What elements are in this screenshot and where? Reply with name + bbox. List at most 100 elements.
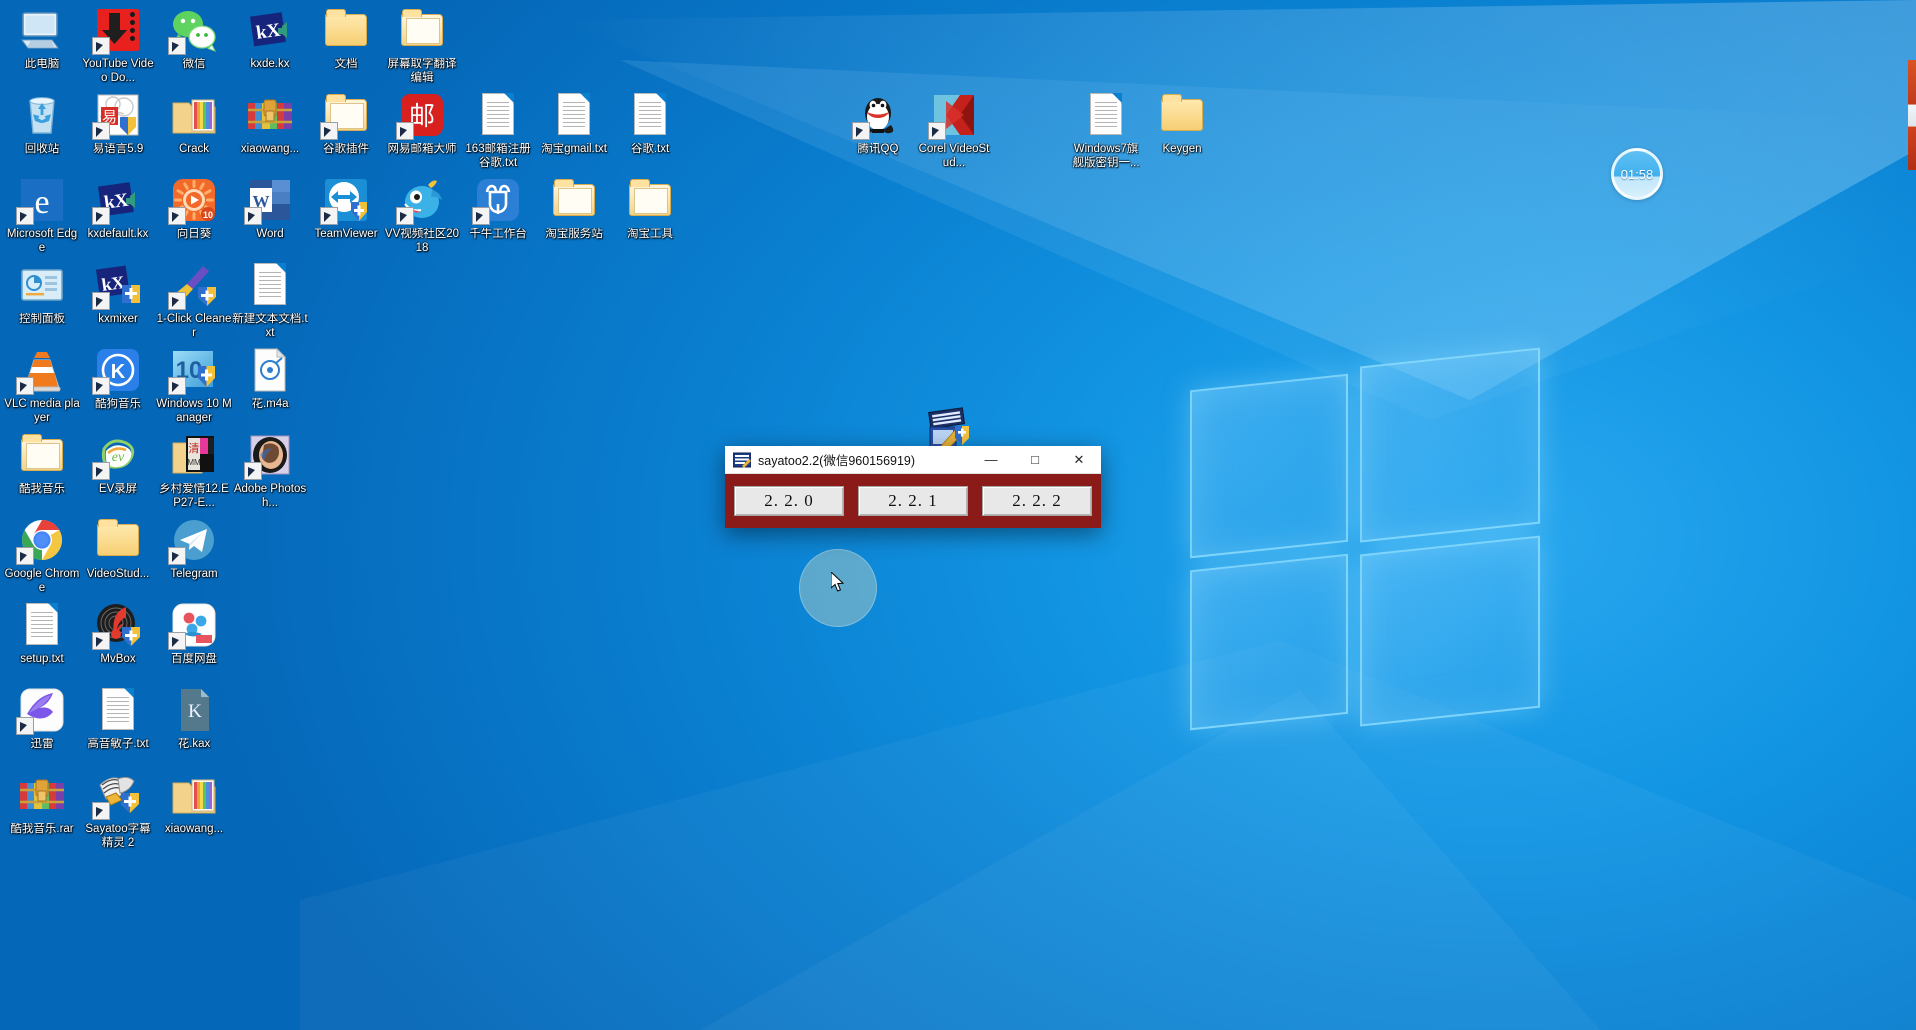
close-button[interactable]: ✕ [1057,446,1101,474]
svg-text:e: e [34,184,49,221]
desktop-icon-mvbox[interactable]: MvBox [80,601,156,667]
desktop-icon-folder-open[interactable]: 酷我音乐 [4,431,80,497]
desktop-icon-win10-manager[interactable]: 10 Windows 10 Manager [156,346,232,425]
dialog-body: 2. 2. 0 2. 2. 1 2. 2. 2 [725,474,1101,528]
control-panel-icon [18,261,66,309]
desktop-icon-label: 腾讯QQ [857,143,899,155]
desktop-icon-label: EV录屏 [98,483,138,495]
desktop-icon-kugou[interactable]: K 酷狗音乐 [80,346,156,412]
desktop-icon-vv-video[interactable]: VV视频社区2018 [384,176,460,255]
desktop-icon-youtube-downloader[interactable]: YouTube Video Do... [80,6,156,85]
text-file-icon [18,601,66,649]
desktop-icon-eyuyan[interactable]: 易 易语言5.9 [80,91,156,157]
video-folder-icon: 清 MM [170,431,218,479]
desktop-icon-label: 百度网盘 [171,653,217,665]
desktop-icon-computer[interactable]: 此电脑 [4,6,80,72]
desktop-icon-folder[interactable]: Keygen [1144,91,1220,157]
desktop-icon-kx-file[interactable]: kX kxde.kx [232,6,308,72]
desktop-icon-folder-open[interactable]: 屏幕取字翻译编辑 [384,6,460,85]
folder-icon [1158,91,1206,139]
desktop-icon-folder-color[interactable]: xiaowang... [156,771,232,837]
desktop-icon-recycle-bin[interactable]: 回收站 [4,91,80,157]
folder-open-icon [320,91,370,140]
thunder-icon [16,686,66,735]
svg-text:MM: MM [187,458,201,467]
win10-manager-icon: 10 [168,346,218,395]
desktop[interactable]: 此电脑 YouTube Video Do... 微信 kX kxde.kx 文档 屏… [0,0,1916,1030]
desktop-icon-text-file[interactable]: 谷歌.txt [612,91,688,157]
svg-text:kX: kX [103,190,130,214]
desktop-icon-video-folder[interactable]: 清 MM 乡村爱情12.EP27-E... [156,431,232,510]
sayatoo-version-dialog[interactable]: sayatoo2.2(微信960156919) — □ ✕ 2. 2. 0 2.… [725,446,1101,528]
desktop-icon-thunder[interactable]: 迅雷 [4,686,80,752]
desktop-icon-folder-open[interactable]: 淘宝工具 [612,176,688,242]
desktop-icon-label: YouTube Video Do... [82,58,154,84]
chrome-icon [16,516,66,565]
desktop-icon-label: 迅雷 [30,738,54,750]
desktop-icon-text-file[interactable]: 新建文本文档.txt [232,261,308,340]
edge-icon: e [16,176,66,225]
maximize-button[interactable]: □ [1013,446,1057,474]
desktop-icon-label: Adobe Photosh... [233,483,307,509]
minimize-button[interactable]: — [969,446,1013,474]
sayatoo-taskbar-peek-icon [925,406,971,451]
desktop-icon-label: Google Chrome [4,568,80,594]
desktop-icon-wechat[interactable]: 微信 [156,6,232,72]
desktop-icon-label: 酷我音乐.rar [10,823,74,835]
desktop-icon-text-file[interactable]: setup.txt [4,601,80,667]
desktop-icon-sayatoo[interactable]: Sayatoo字幕精灵 2 [80,771,156,850]
desktop-icon-label: 文档 [334,58,358,70]
desktop-icon-audio-file[interactable]: 花.m4a [232,346,308,412]
desktop-icon-label: 谷歌.txt [630,143,670,155]
version-button-2-2-1[interactable]: 2. 2. 1 [858,486,968,516]
corel-videostudio-icon [928,91,978,140]
desktop-icon-label: 此电脑 [24,58,60,70]
desktop-icon-kax-file[interactable]: K 花.kax [156,686,232,752]
desktop-icon-text-file[interactable]: Windows7旗舰版密钥一... [1068,91,1144,170]
desktop-icon-word[interactable]: W Word [232,176,308,242]
folder-open-icon [18,431,66,479]
text-file-icon [1082,91,1130,139]
svg-text:邮: 邮 [409,102,435,131]
desktop-icon-telegram[interactable]: Telegram [156,516,232,582]
desktop-icon-folder-open[interactable]: 谷歌插件 [308,91,384,157]
dialog-titlebar[interactable]: sayatoo2.2(微信960156919) — □ ✕ [725,446,1101,474]
desktop-icon-vlc[interactable]: VLC media player [4,346,80,425]
desktop-icon-label: xiaowang... [240,143,300,155]
desktop-icon-kx-file[interactable]: kX kxdefault.kx [80,176,156,242]
desktop-icon-label: Windows 10 Manager [156,398,232,424]
desktop-icon-folder-color[interactable]: Crack [156,91,232,157]
desktop-icon-text-file[interactable]: 淘宝gmail.txt [536,91,612,157]
text-file-icon [94,686,142,734]
desktop-icon-ev-capture[interactable]: ev EV录屏 [80,431,156,497]
desktop-clock-gadget[interactable]: 01:58 [1611,148,1663,200]
desktop-icon-edge[interactable]: e Microsoft Edge [4,176,80,255]
desktop-icon-control-panel[interactable]: 控制面板 [4,261,80,327]
desktop-icon-sunlogin[interactable]: 10 向日葵 [156,176,232,242]
desktop-icon-qq[interactable]: 腾讯QQ [840,91,916,157]
desktop-icon-baidu-netdisk[interactable]: 百度网盘 [156,601,232,667]
desktop-icon-qianniu[interactable]: 千牛工作台 [460,176,536,242]
desktop-icon-folder-open[interactable]: 淘宝服务站 [536,176,612,242]
desktop-icon-cleaner[interactable]: 1-Click Cleaner [156,261,232,340]
desktop-icon-corel-videostudio[interactable]: Corel VideoStud... [916,91,992,170]
version-button-2-2-2[interactable]: 2. 2. 2 [982,486,1092,516]
desktop-icon-text-file[interactable]: 高音敏子.txt [80,686,156,752]
desktop-icon-winrar[interactable]: xiaowang... [232,91,308,157]
ev-capture-icon: ev [92,431,142,480]
desktop-icon-label: 网易邮箱大师 [387,143,457,155]
desktop-icon-chrome[interactable]: Google Chrome [4,516,80,595]
desktop-icon-folder[interactable]: 文档 [308,6,384,72]
desktop-icon-winrar[interactable]: 酷我音乐.rar [4,771,80,837]
desktop-icon-teamviewer[interactable]: TeamViewer [308,176,384,242]
desktop-icon-kx-mixer[interactable]: kX kxmixer [80,261,156,327]
sunlogin-icon: 10 [168,176,218,225]
desktop-icon-folder[interactable]: VideoStud... [80,516,156,582]
desktop-icon-text-file[interactable]: 163邮箱注册谷歌.txt [460,91,536,170]
desktop-icon-photoshop[interactable]: Adobe Photosh... [232,431,308,510]
version-button-2-2-0[interactable]: 2. 2. 0 [734,486,844,516]
text-file-icon [626,91,674,139]
kx-file-icon: kX [246,6,294,54]
desktop-icon-netease-mail[interactable]: 邮 网易邮箱大师 [384,91,460,157]
desktop-icon-label: setup.txt [20,653,64,665]
